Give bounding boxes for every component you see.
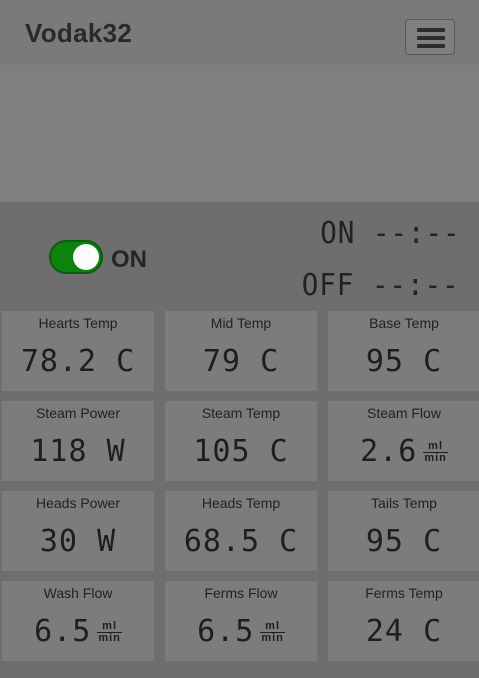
sensor-label: Base Temp: [369, 315, 439, 331]
sensor-card-base-temp: Base Temp 95 C: [328, 311, 479, 391]
schedule-on[interactable]: ON --:--: [320, 216, 460, 251]
sensor-card-mid-temp: Mid Temp 79 C: [165, 311, 317, 391]
sensor-value: 79 C: [202, 344, 280, 379]
menu-button[interactable]: [405, 19, 455, 55]
sensor-card-wash-flow: Wash Flow 6.5 ml min: [2, 581, 154, 661]
sensor-card-hearts-temp: Hearts Temp 78.2 C: [2, 311, 154, 391]
brand-title[interactable]: Vodak32: [25, 18, 132, 49]
navbar: Vodak32: [0, 0, 479, 65]
sensor-card-ferms-temp: Ferms Temp 24 C: [328, 581, 479, 661]
sensor-value: 95 C: [365, 344, 443, 379]
toggle-knob: [73, 244, 99, 270]
schedule-on-label: ON: [319, 216, 355, 251]
schedule-on-time: --:--: [372, 216, 460, 251]
sensor-label: Heads Temp: [201, 495, 281, 511]
toggle-state-label: ON: [111, 246, 147, 273]
sensor-label: Ferms Temp: [365, 585, 443, 601]
sensor-value: 78.2 C: [20, 344, 136, 379]
sensor-label: Mid Temp: [210, 315, 272, 331]
sensor-card-ferms-flow: Ferms Flow 6.5 ml min: [165, 581, 317, 661]
sensor-value: 6.5 ml min: [197, 614, 285, 649]
sensor-value: 105 C: [193, 434, 289, 469]
sensor-card-steam-power: Steam Power 118 W: [2, 401, 154, 481]
unit-fraction: ml min: [423, 440, 448, 464]
sensor-value: 118 W: [30, 434, 126, 469]
sensor-value: 24 C: [365, 614, 443, 649]
sensor-label: Steam Power: [35, 405, 121, 421]
sensor-label: Steam Flow: [367, 405, 441, 421]
banner-area: [0, 65, 479, 202]
unit-fraction: ml min: [260, 620, 285, 644]
sensor-label: Wash Flow: [43, 585, 113, 601]
sensor-card-tails-temp: Tails Temp 95 C: [328, 491, 479, 571]
sensor-label: Ferms Flow: [204, 585, 278, 601]
sensor-label: Steam Temp: [201, 405, 281, 421]
sensor-label: Hearts Temp: [38, 315, 118, 331]
schedule-off[interactable]: OFF --:--: [302, 268, 460, 303]
sensor-grid: Hearts Temp 78.2 C Mid Temp 79 C Base Te…: [0, 311, 479, 678]
schedule-off-label: OFF: [302, 268, 355, 303]
sensor-value: 2.6 ml min: [360, 434, 448, 469]
sensor-card-heads-power: Heads Power 30 W: [2, 491, 154, 571]
unit-fraction: ml min: [97, 620, 122, 644]
sensor-value: 6.5 ml min: [34, 614, 122, 649]
sensor-value: 30 W: [39, 524, 117, 559]
schedule-off-time: --:--: [372, 268, 460, 303]
power-toggle[interactable]: [49, 240, 103, 274]
sensor-card-steam-flow: Steam Flow 2.6 ml min: [328, 401, 479, 481]
sensor-card-heads-temp: Heads Temp 68.5 C: [165, 491, 317, 571]
sensor-value: 68.5 C: [183, 524, 299, 559]
sensor-card-steam-temp: Steam Temp 105 C: [165, 401, 317, 481]
sensor-value: 95 C: [365, 524, 443, 559]
sensor-label: Heads Power: [35, 495, 121, 511]
sensor-label: Tails Temp: [371, 495, 437, 511]
